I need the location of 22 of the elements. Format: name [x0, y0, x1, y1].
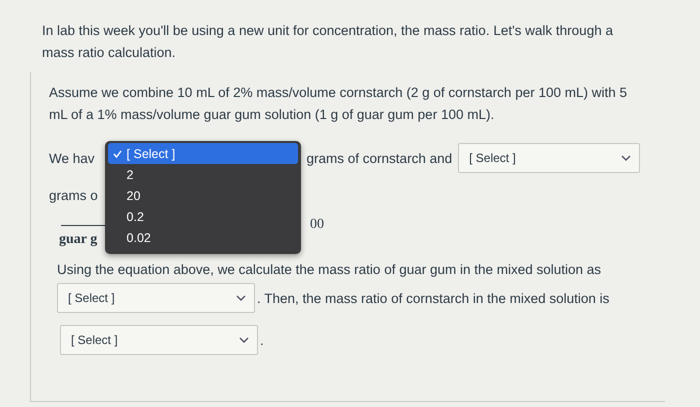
- chevron-icon: [239, 336, 249, 344]
- sentence-text: grams of cornstarch and: [306, 150, 452, 166]
- fraction-text: 00: [310, 217, 324, 233]
- chevron-icon: [621, 154, 632, 162]
- check-icon: [112, 150, 122, 158]
- select-dropdown[interactable]: [ Select ]: [57, 283, 255, 313]
- sentence-text: .: [260, 332, 264, 348]
- chevron-icon: [236, 294, 246, 302]
- intro-text: In lab this week you'll be using a new unit for concentration, the mass ratio. Let's walk through a mass ratio calculation.: [42, 22, 614, 62]
- select-dropdown[interactable]: [ Select ]: [458, 143, 640, 173]
- question-text: Assume we combine 10 mL of 2% mass/volume cornstarch (2 g of cornstarch per 100 mL) with 5 mL of a 1% mass/volume guar gum solution (1 g of guar gum per 100 mL).: [49, 84, 628, 124]
- sentence-text: grams o: [49, 188, 98, 203]
- menu-option[interactable]: 0.2: [108, 206, 298, 227]
- fraction-denominator: guar g: [59, 232, 98, 247]
- menu-option[interactable]: 0.02: [108, 227, 298, 248]
- select-dropdown[interactable]: [ Select ]: [60, 325, 258, 355]
- menu-option[interactable]: 2: [108, 164, 298, 185]
- sentence-text: We hav: [49, 150, 95, 166]
- sentence-text: Using the equation above, we calculate the mass ratio of guar gum in the mixed solution as: [57, 262, 602, 277]
- sentence-text: . Then, the mass ratio of cornstarch in the mixed solution is: [257, 290, 610, 306]
- menu-option[interactable]: 20: [108, 185, 298, 206]
- menu-option[interactable]: [ Select ]: [108, 143, 298, 164]
